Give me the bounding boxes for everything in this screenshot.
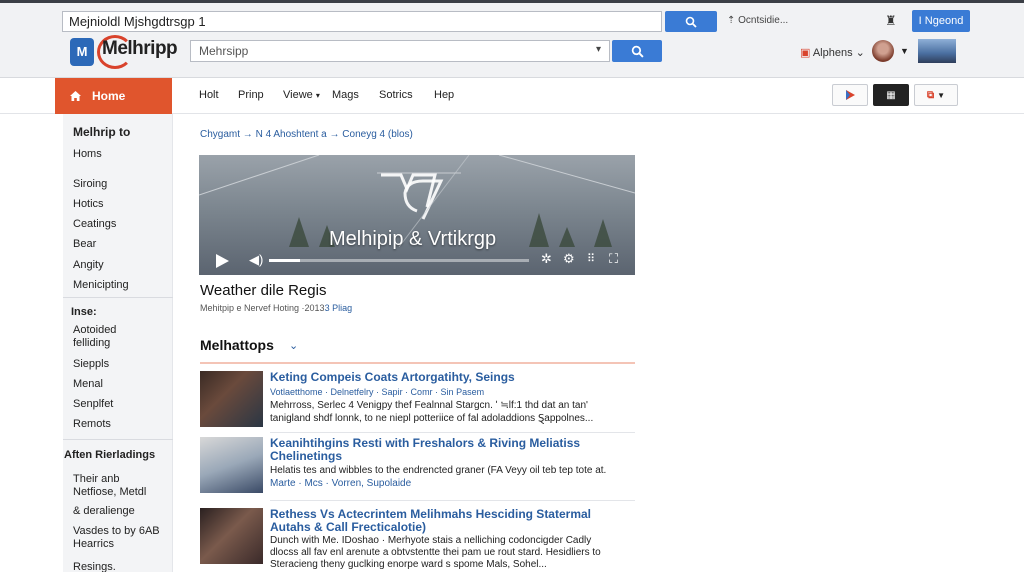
list-divider (270, 432, 635, 433)
sidebar-item[interactable]: Their anb Netfiose, Metdl (73, 473, 165, 499)
sidebar-item[interactable]: Sieppls (73, 358, 109, 370)
list-item[interactable]: Keting Compeis Coats Artorgatihty, Seing… (200, 370, 635, 432)
story-title[interactable]: Rethess Vs Actecrintem Melihmahs Hescidi… (270, 508, 610, 534)
chevron-down-icon[interactable]: ▾ (596, 44, 601, 55)
sidebar-divider (63, 297, 173, 298)
progress-bar[interactable] (269, 259, 529, 262)
sidebar-item[interactable]: Bear (73, 238, 96, 250)
story-thumbnail[interactable] (200, 508, 263, 564)
nav-item-3[interactable]: Viewe ▾ (283, 89, 320, 101)
list-item[interactable]: Rethess Vs Actecrintem Melihmahs Hescidi… (200, 506, 635, 572)
site-search-input[interactable]: Mehrsipp (190, 40, 610, 62)
chevron-down-icon[interactable]: ⌄ (289, 339, 298, 352)
sidebar-item[interactable]: Angity (73, 259, 104, 271)
sidebar-item[interactable]: Ceatings (73, 218, 116, 230)
logo-icon[interactable]: M (70, 38, 94, 66)
settings-icon[interactable]: ✲ (541, 251, 552, 267)
story-snippet: tanigland shdf lonnk, to ne niepl potter… (270, 413, 594, 424)
chevron-down-icon: ▼ (937, 90, 946, 100)
nav-item-3-label: Viewe (283, 89, 313, 101)
story-tags[interactable]: Marte · Mcs · Vorren, Supolaide (270, 478, 411, 489)
sidebar-item[interactable]: Remots (73, 418, 111, 430)
chevron-down-icon: ▾ (315, 91, 320, 100)
site-logo-text[interactable]: Melhripp (102, 38, 178, 60)
profile-thumbnail[interactable] (918, 39, 956, 63)
nav-item-2[interactable]: Prinp (238, 89, 264, 101)
share-icon: ⧉ (926, 89, 935, 101)
sidebar-item[interactable]: Hotics (73, 198, 104, 210)
sidebar-item[interactable]: Aotoided felliding (73, 324, 133, 350)
story-snippet: Mehrross, Serlec 4 Venigpy thef Fealnnal… (270, 400, 588, 411)
fullscreen-icon[interactable]: ⛶ (609, 251, 618, 267)
sidebar-item[interactable]: Resings. (73, 561, 116, 572)
video-player[interactable]: Melhipip & Vrtikrgp ◀) ✲ ⚙ ⠿ ⛶ (199, 155, 635, 275)
address-bar[interactable]: Mejnioldl Mjshgdtrsgp 1 (62, 11, 662, 32)
article-meta-link[interactable]: 3 Pliag (325, 303, 353, 313)
story-snippet: Steracieng theny guclking enorpe ward s … (270, 559, 547, 570)
play-button[interactable] (832, 84, 868, 106)
list-item[interactable]: Keanihtihgins Resti with Freshalors & Ri… (200, 436, 635, 498)
section-divider (200, 362, 635, 364)
tab-home-label: Home (92, 89, 126, 103)
search-icon (685, 16, 697, 28)
captions-icon[interactable]: ⠿ (587, 252, 595, 265)
address-search-button[interactable] (665, 11, 717, 32)
browser-options[interactable]: ⇡ Ocntsidie... (727, 15, 788, 26)
sidebar-section-title: Aften Rierladings (64, 449, 156, 461)
sidebar-divider (63, 439, 173, 440)
story-snippet: Dunch with Me. IDoshao · Merhyote stais … (270, 535, 592, 546)
site-search-button[interactable] (612, 40, 662, 62)
sidebar-section-title: Inse: (71, 306, 97, 318)
avatar[interactable] (872, 40, 894, 62)
gear-icon[interactable]: ⚙ (563, 251, 575, 267)
article-meta: Mehitpip e Nervef Hoting ·20133 Pliag (200, 303, 352, 313)
sidebar-item[interactable]: Siroing (73, 178, 107, 190)
article-meta-text: Mehitpip e Nervef Hoting ·2013 (200, 303, 325, 313)
story-title[interactable]: Keting Compeis Coats Artorgatihty, Seing… (270, 371, 515, 384)
sidebar-item[interactable]: Senplfet (73, 398, 113, 410)
article-title[interactable]: Weather dile Regis (200, 282, 326, 299)
user-icon[interactable]: ♜ (885, 13, 897, 29)
signin-button[interactable]: I Ngeond (912, 10, 970, 32)
list-divider (270, 500, 635, 501)
sidebar-item[interactable]: Menicipting (73, 279, 129, 291)
sidebar-section-title: Melhrip to (73, 125, 131, 139)
tab-home[interactable]: Home (55, 78, 172, 114)
nav-item-4[interactable]: Mags (332, 89, 359, 101)
chevron-down-icon[interactable]: ▼ (900, 46, 909, 56)
sidebar-item[interactable]: Homs (73, 148, 102, 160)
volume-icon[interactable]: ◀) (249, 252, 263, 268)
story-snippet: Helatis tes and wibbles to the endrencte… (270, 465, 607, 476)
sidebar-item[interactable]: & deralienge (73, 505, 135, 517)
main-nav: Home Holt Prinp Viewe ▾ Mags Sotrics Hep… (0, 78, 1024, 114)
alerts-label: Alphens (812, 47, 853, 59)
grid-icon: ▦ (886, 89, 896, 101)
nav-item-5[interactable]: Sotrics (379, 89, 413, 101)
play-icon (846, 90, 855, 100)
share-dropdown-button[interactable]: ⧉ ▼ (914, 84, 958, 106)
progress-fill (269, 259, 301, 262)
browser-toolbar: Mejnioldl Mjshgdtrsgp 1 ⇡ Ocntsidie... ♜… (0, 0, 1024, 78)
sidebar-item[interactable]: Vasdes to by 6AB Hearrics (73, 525, 165, 551)
alerts-caret: ⌄ (855, 47, 865, 59)
sidebar-item[interactable]: Menal (73, 378, 103, 390)
story-snippet: dlocss all fav enl arenute a obtvstentte… (270, 547, 601, 558)
play-icon[interactable] (213, 252, 231, 270)
breadcrumb[interactable]: Chygamt → N 4 Ahoshtent a → Coneyg 4 (bl… (200, 129, 413, 140)
nav-item-6[interactable]: Hep (434, 89, 454, 101)
media-button[interactable]: ▦ (873, 84, 909, 106)
alert-dot-icon: ▣ (800, 47, 813, 59)
story-title[interactable]: Keanihtihgins Resti with Freshalors & Ri… (270, 437, 600, 463)
sidebar: Melhrip to Homs Siroing Hotics Ceatings … (63, 114, 173, 572)
section-heading: Melhattops (200, 337, 274, 353)
home-icon (70, 91, 81, 101)
search-icon (631, 45, 644, 58)
alerts-menu[interactable]: ▣ Alphens ⌄ (800, 46, 865, 59)
window-top-edge (0, 0, 1024, 3)
video-controls: ◀) ✲ ⚙ ⠿ ⛶ (199, 247, 635, 275)
story-thumbnail[interactable] (200, 437, 263, 493)
story-thumbnail[interactable] (200, 371, 263, 427)
story-tags[interactable]: Votlaetthome · Delnetfelry · Sapir · Com… (270, 387, 484, 397)
nav-item-1[interactable]: Holt (199, 89, 219, 101)
